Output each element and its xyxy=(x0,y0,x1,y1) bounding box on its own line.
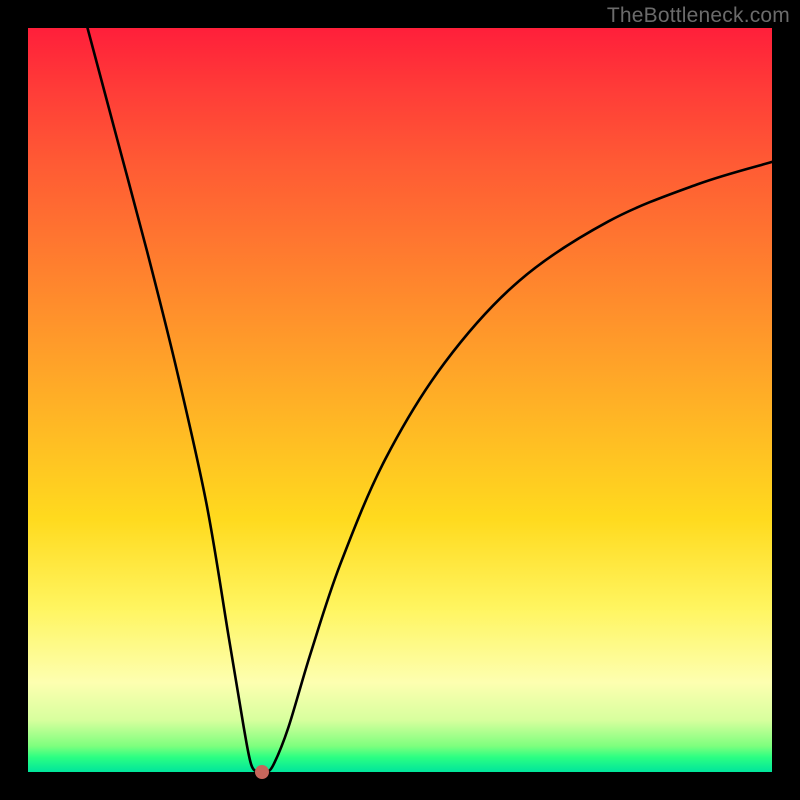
bottleneck-curve-path xyxy=(88,28,772,772)
chart-frame: TheBottleneck.com xyxy=(0,0,800,800)
watermark-text: TheBottleneck.com xyxy=(607,4,790,28)
curve-layer xyxy=(28,28,772,772)
plot-area xyxy=(28,28,772,772)
minimum-marker xyxy=(255,765,269,779)
